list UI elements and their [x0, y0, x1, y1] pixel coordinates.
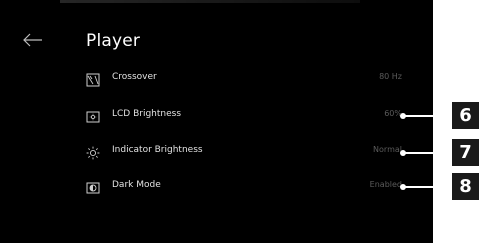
setting-value-indicator-brightness: Normal — [373, 145, 402, 154]
sun-icon — [86, 145, 100, 160]
top-edge-residue — [60, 0, 360, 3]
callout-line-8 — [403, 186, 452, 188]
callout-number-6: 6 — [459, 105, 472, 126]
setting-row-lcd-brightness[interactable]: LCD Brightness 60% — [0, 106, 433, 126]
setting-value-dark-mode: Enabled — [369, 180, 402, 189]
setting-row-crossover[interactable]: Crossover 80 Hz — [0, 69, 433, 89]
page-title: Player — [86, 31, 141, 51]
setting-row-dark-mode[interactable]: Dark Mode Enabled — [0, 177, 433, 197]
contrast-icon — [86, 180, 100, 194]
callout-badge-7: 7 — [452, 139, 479, 166]
setting-label-crossover: Crossover — [112, 72, 157, 82]
callout-badge-6: 6 — [452, 102, 479, 129]
setting-label-lcd-brightness: LCD Brightness — [112, 109, 182, 119]
back-button[interactable] — [22, 32, 44, 47]
setting-value-crossover: 80 Hz — [379, 72, 402, 81]
player-settings-screen: Player Crossover 80 Hz LCD Brightness 60… — [0, 0, 433, 243]
setting-label-indicator-brightness: Indicator Brightness — [112, 145, 203, 155]
callout-number-8: 8 — [459, 176, 472, 197]
callout-number-7: 7 — [459, 142, 472, 163]
crossover-icon — [86, 72, 100, 87]
arrow-left-icon — [23, 33, 42, 47]
callout-badge-8: 8 — [452, 173, 479, 200]
setting-row-indicator-brightness[interactable]: Indicator Brightness Normal — [0, 142, 433, 162]
setting-label-dark-mode: Dark Mode — [112, 180, 161, 190]
callout-line-7 — [403, 152, 452, 154]
callout-line-6 — [403, 115, 452, 117]
lcd-brightness-icon — [86, 109, 100, 123]
